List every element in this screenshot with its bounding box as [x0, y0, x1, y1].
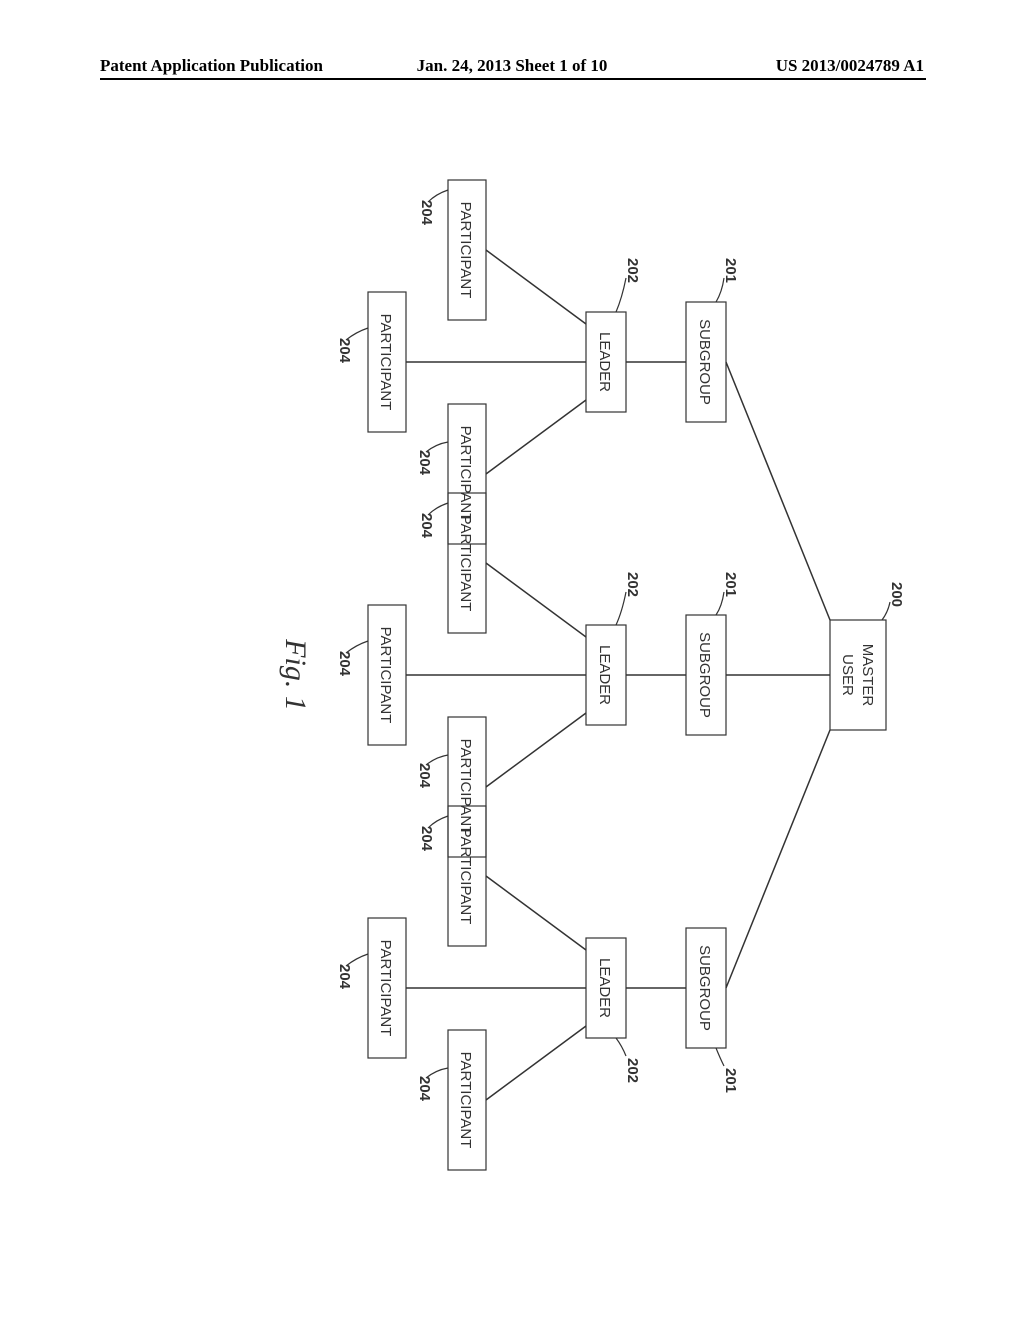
- ref-participant-center-3: 204: [416, 763, 433, 789]
- edge-master-sub-right: [726, 730, 830, 988]
- ref-leader-left: 202: [624, 258, 641, 283]
- edge-master-sub-left: [726, 362, 830, 620]
- ref-participant-right-1: 204: [418, 826, 435, 852]
- page-header: Patent Application Publication Jan. 24, …: [0, 78, 1024, 80]
- ref-leader-right: 202: [624, 1058, 641, 1083]
- edge-leader-p3-right: [486, 1026, 586, 1100]
- subgroup-label-right: SUBGROUP: [696, 945, 713, 1031]
- participant-box-left-2: PARTICIPANT: [368, 292, 406, 432]
- leader-box-right: LEADER: [586, 938, 626, 1038]
- participant-label-center-2: PARTICIPANT: [377, 627, 394, 724]
- subgroup-box-center: SUBGROUP: [686, 615, 726, 735]
- participant-box-right-1: PARTICIPANT: [448, 806, 486, 946]
- ref-subgroup-right: 201: [722, 1068, 739, 1093]
- lead-master: [882, 602, 890, 620]
- participant-label-left-1: PARTICIPANT: [457, 202, 474, 299]
- figure-area: MASTER USER 200 SUBGROUP 201: [100, 150, 926, 1200]
- lead-leader-left: [616, 278, 626, 312]
- subgroup-box-left: SUBGROUP: [686, 302, 726, 422]
- ref-leader-center: 202: [624, 572, 641, 597]
- lead-participant-right-2: [346, 954, 368, 966]
- participant-label-center-3: PARTICIPANT: [457, 739, 474, 836]
- participant-box-center-2: PARTICIPANT: [368, 605, 406, 745]
- lead-subgroup-right: [716, 1048, 724, 1066]
- figure-svg: MASTER USER 200 SUBGROUP 201: [100, 150, 926, 1200]
- ref-participant-center-1: 204: [418, 513, 435, 539]
- ref-participant-center-2: 204: [336, 651, 353, 677]
- participant-label-left-3: PARTICIPANT: [457, 426, 474, 523]
- ref-subgroup-left: 201: [722, 258, 739, 283]
- subgroup-label-center: SUBGROUP: [696, 632, 713, 718]
- edge-leader-p3-left: [486, 400, 586, 474]
- header-right: US 2013/0024789 A1: [776, 56, 924, 76]
- ref-master: 200: [888, 582, 905, 607]
- leader-box-center: LEADER: [586, 625, 626, 725]
- subgroup-box-right: SUBGROUP: [686, 928, 726, 1048]
- lead-leader-center: [616, 592, 626, 625]
- figure-rotation-wrapper: MASTER USER 200 SUBGROUP 201: [100, 150, 926, 1200]
- ref-participant-left-1: 204: [418, 200, 435, 226]
- participant-box-right-3: PARTICIPANT: [448, 1030, 486, 1170]
- participant-box-left-1: PARTICIPANT: [448, 180, 486, 320]
- master-user-box: MASTER USER: [830, 620, 886, 730]
- participant-label-right-2: PARTICIPANT: [377, 940, 394, 1037]
- figure-caption: Fig. 1: [279, 638, 312, 711]
- leader-label-center: LEADER: [596, 645, 613, 705]
- edge-leader-p1-right: [486, 876, 586, 950]
- leader-box-left: LEADER: [586, 312, 626, 412]
- participant-label-right-1: PARTICIPANT: [457, 828, 474, 925]
- header-center: Jan. 24, 2013 Sheet 1 of 10: [417, 56, 608, 76]
- header-rule: [100, 78, 926, 80]
- lead-leader-right: [616, 1038, 626, 1056]
- leader-label-right: LEADER: [596, 958, 613, 1018]
- ref-participant-right-3: 204: [416, 1076, 433, 1102]
- participant-label-left-2: PARTICIPANT: [377, 314, 394, 411]
- lead-participant-left-2: [346, 328, 368, 340]
- edge-leader-p3-center: [486, 713, 586, 787]
- subgroup-label-left: SUBGROUP: [696, 319, 713, 405]
- participant-label-right-3: PARTICIPANT: [457, 1052, 474, 1149]
- edge-leader-p1-left: [486, 250, 586, 324]
- participant-label-center-1: PARTICIPANT: [457, 515, 474, 612]
- participant-box-center-1: PARTICIPANT: [448, 493, 486, 633]
- participant-box-right-2: PARTICIPANT: [368, 918, 406, 1058]
- header-left: Patent Application Publication: [100, 56, 323, 76]
- ref-participant-right-2: 204: [336, 964, 353, 990]
- edge-leader-p1-center: [486, 563, 586, 637]
- leader-label-left: LEADER: [596, 332, 613, 392]
- ref-participant-left-3: 204: [416, 450, 433, 476]
- lead-subgroup-left: [716, 278, 724, 302]
- master-user-label-2: USER: [839, 654, 856, 696]
- ref-participant-left-2: 204: [336, 338, 353, 364]
- lead-participant-center-2: [346, 641, 368, 653]
- master-user-label-1: MASTER: [859, 644, 876, 707]
- ref-subgroup-center: 201: [722, 572, 739, 597]
